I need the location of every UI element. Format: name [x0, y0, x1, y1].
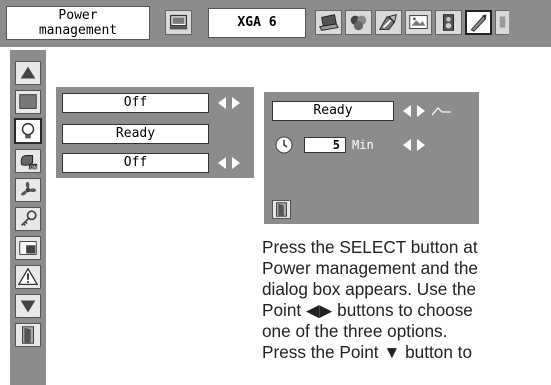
dialog-mode-field[interactable]: Ready — [272, 101, 394, 121]
instruction-line: dialog box appears. Use the — [262, 279, 477, 299]
menu-title-line1: Power — [58, 8, 98, 23]
sidebar: ON — [10, 50, 46, 385]
power-management-dialog: Ready 5 Min — [264, 92, 479, 224]
power-mode-field[interactable]: Off — [62, 93, 209, 113]
color-adjust-icon[interactable] — [375, 10, 402, 35]
menu-bar: Power management XGA 6 — [0, 0, 551, 47]
instruction-line: Press the Point ▼ button to — [262, 342, 473, 362]
lamp-icon[interactable] — [14, 118, 42, 144]
menu-title-line2: management — [38, 23, 118, 38]
pointer-icon — [430, 104, 452, 118]
sound-icon[interactable] — [435, 10, 462, 35]
clock-icon — [275, 136, 293, 154]
instruction-line: one of the three options. — [262, 321, 448, 341]
instruction-line: Press the SELECT button at — [262, 237, 478, 257]
exit-icon[interactable] — [15, 323, 41, 347]
up-arrow-icon[interactable] — [15, 61, 41, 85]
power-management-panel: Off Ready Off — [56, 87, 254, 178]
svg-text:ON: ON — [30, 165, 37, 171]
left-right-arrows-icon[interactable] — [216, 156, 242, 170]
setting-icon[interactable] — [465, 10, 492, 35]
laptop-icon[interactable] — [315, 10, 342, 35]
power-on-icon[interactable]: ON — [15, 149, 41, 173]
instruction-text: Press the SELECT button at Power managem… — [262, 237, 551, 363]
timer-value-field[interactable]: 5 — [304, 137, 346, 153]
left-right-arrows-icon[interactable] — [216, 96, 242, 110]
power-status-field[interactable]: Ready — [62, 124, 209, 144]
key-icon[interactable] — [15, 207, 41, 231]
left-right-arrows-icon[interactable] — [401, 138, 427, 152]
image-adjust-icon[interactable] — [345, 10, 372, 35]
menu-screen-icon[interactable] — [15, 90, 41, 114]
warning-icon[interactable] — [15, 265, 41, 289]
instruction-line: Point ◀▶ buttons to choose — [262, 300, 473, 320]
timer-unit-label: Min — [352, 138, 374, 152]
computer-input-icon[interactable] — [165, 10, 192, 35]
down-arrow-icon[interactable] — [15, 294, 41, 318]
menu-title: Power management — [6, 6, 150, 40]
image-icon[interactable] — [15, 236, 41, 260]
power-option-field[interactable]: Off — [62, 153, 209, 173]
fan-icon[interactable] — [15, 178, 41, 202]
exit-icon[interactable] — [272, 200, 291, 219]
left-right-arrows-icon[interactable] — [401, 104, 427, 118]
instruction-line: Power management and the — [262, 258, 478, 278]
screen-icon[interactable] — [405, 10, 432, 35]
more-icon[interactable] — [495, 10, 509, 35]
input-name: XGA 6 — [208, 8, 306, 38]
